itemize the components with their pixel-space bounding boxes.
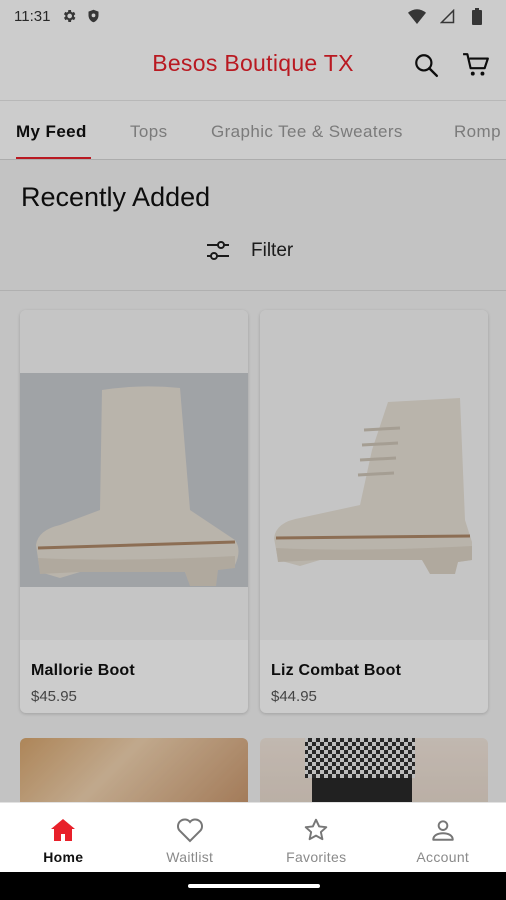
nav-home[interactable]: Home [0, 803, 127, 872]
shield-icon [84, 7, 102, 25]
product-card-partial[interactable] [260, 738, 488, 802]
status-time: 11:31 [14, 7, 51, 25]
product-image [20, 310, 248, 640]
bottom-navigation: Home Waitlist Favorites Account [0, 802, 506, 872]
nav-favorites[interactable]: Favorites [253, 803, 380, 872]
filter-label: Filter [251, 240, 294, 261]
tab-rompers[interactable]: Romp [454, 122, 501, 142]
battery-icon [468, 7, 486, 25]
product-image [260, 310, 488, 640]
product-card-liz-combat-boot[interactable]: Liz Combat Boot $44.95 [260, 310, 488, 713]
nav-account[interactable]: Account [380, 803, 506, 872]
app-bar: Besos Boutique TX [0, 32, 506, 100]
nav-label: Favorites [286, 849, 347, 865]
cart-icon [463, 53, 489, 76]
system-gesture-bar [0, 872, 506, 900]
tab-graphic-tee-sweaters[interactable]: Graphic Tee & Sweaters [211, 122, 403, 142]
search-button[interactable] [411, 50, 441, 80]
filter-button[interactable]: Filter [205, 240, 293, 262]
cart-button[interactable] [461, 50, 491, 80]
product-card-mallorie-boot[interactable]: Mallorie Boot $45.95 [20, 310, 248, 713]
status-bar: 11:31 [0, 0, 506, 32]
home-gesture-handle[interactable] [188, 884, 320, 888]
product-card-partial[interactable] [20, 738, 248, 802]
product-name: Liz Combat Boot [271, 662, 402, 679]
person-icon [429, 816, 457, 844]
gear-icon [60, 7, 78, 25]
feed-content[interactable]: Recently Added Filter Mallorie Boot $45.… [0, 160, 506, 802]
signal-icon [438, 7, 456, 25]
divider [0, 290, 506, 291]
sliders-icon [207, 241, 229, 260]
section-title: Recently Added [21, 182, 211, 212]
product-price: $44.95 [271, 688, 317, 705]
nav-label: Waitlist [166, 849, 214, 865]
product-name: Mallorie Boot [31, 662, 135, 679]
nav-label: Home [43, 849, 84, 865]
tab-tops[interactable]: Tops [130, 122, 168, 142]
nav-label: Account [416, 849, 470, 865]
home-icon [49, 816, 77, 844]
search-icon [415, 54, 439, 78]
product-price: $45.95 [31, 688, 77, 705]
category-tabs: My Feed Tops Graphic Tee & Sweaters Romp [0, 100, 506, 160]
wifi-icon [408, 7, 426, 25]
nav-waitlist[interactable]: Waitlist [127, 803, 254, 872]
heart-icon [176, 816, 204, 844]
star-icon [302, 816, 330, 844]
tab-my-feed[interactable]: My Feed [16, 122, 87, 142]
